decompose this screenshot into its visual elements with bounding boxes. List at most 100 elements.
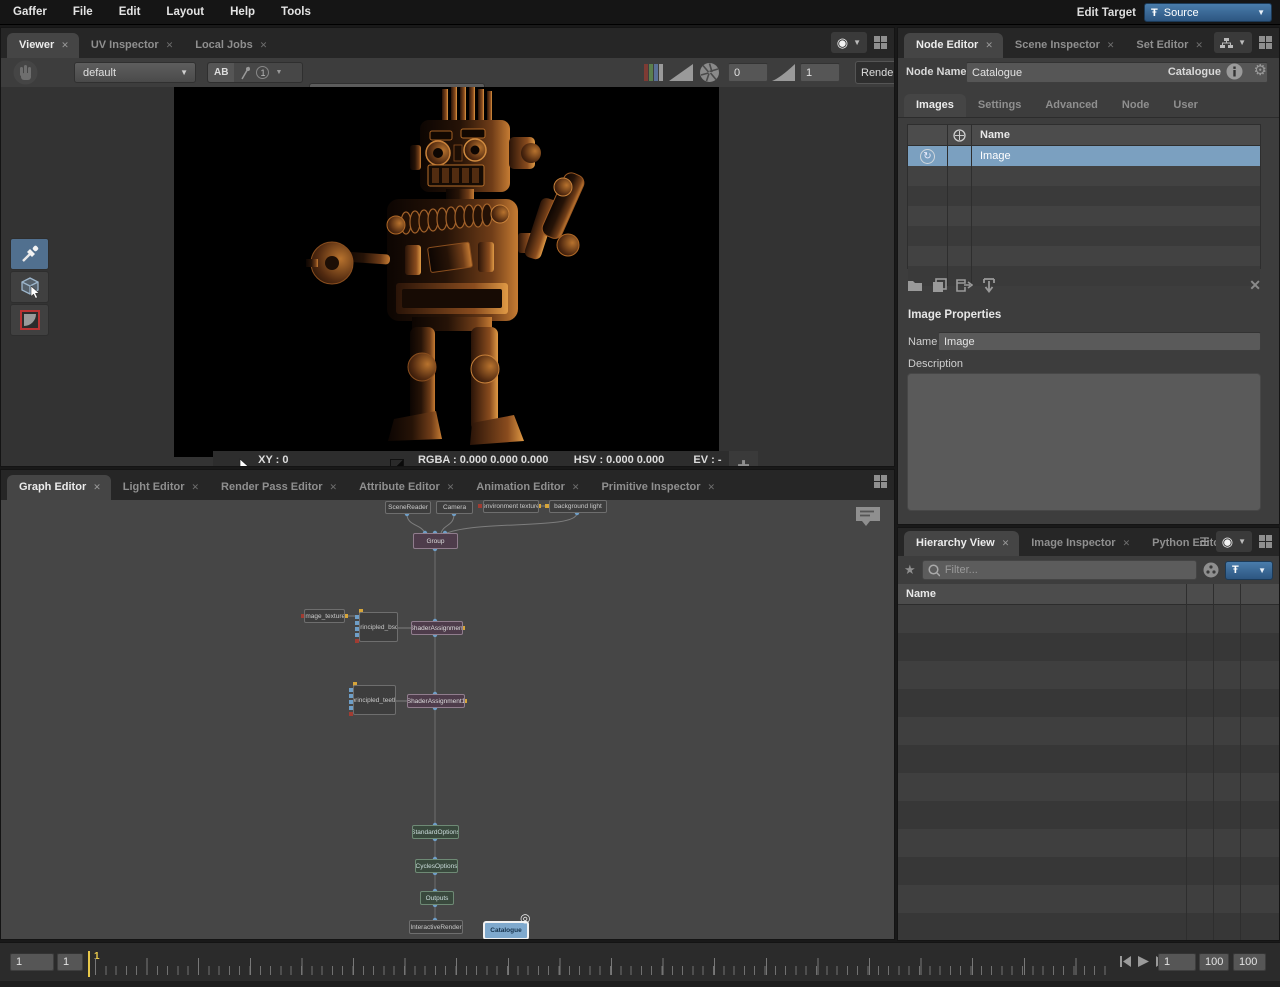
annotation-bubble-icon[interactable] (854, 505, 882, 529)
close-icon[interactable]: ✕ (1002, 538, 1010, 549)
close-icon[interactable]: ✕ (708, 482, 716, 493)
graph-canvas[interactable]: SceneReader Camera environment texture b… (1, 500, 894, 939)
selection-tool-button[interactable] (10, 271, 49, 303)
tab-render-pass-editor[interactable]: Render Pass Editor✕ (209, 475, 347, 500)
subtab-images[interactable]: Images (904, 94, 966, 117)
hierarchy-rows[interactable] (898, 605, 1279, 940)
close-icon[interactable]: ✕ (1107, 40, 1115, 51)
graph-node-group[interactable]: Group (413, 533, 458, 549)
pan-hand-icon[interactable] (12, 59, 39, 86)
layout-grid-icon[interactable] (1258, 534, 1273, 549)
load-image-icon[interactable] (907, 278, 923, 292)
image-row[interactable]: ↻ Image (908, 146, 1260, 166)
image-description-textarea[interactable] (907, 373, 1261, 511)
exposure-icon[interactable] (669, 64, 693, 81)
layout-grid-icon[interactable] (1258, 35, 1273, 50)
viewer-content[interactable]: XY : 0 0 RGBA : 0.000 0.000 0.000 0.000 … (1, 87, 894, 466)
close-icon[interactable]: ✕ (1123, 538, 1131, 549)
tab-local-jobs[interactable]: Local Jobs ✕ (183, 33, 277, 58)
graph-node-environment-texture[interactable]: environment texture (483, 500, 539, 513)
pin-mode-dropdown[interactable]: ◉ ▼ (831, 32, 867, 53)
filter-options-icon[interactable] (1203, 562, 1219, 578)
playhead[interactable] (88, 951, 90, 977)
tab-animation-editor[interactable]: Animation Editor✕ (464, 475, 589, 500)
subtab-settings[interactable]: Settings (966, 94, 1033, 117)
aperture-icon[interactable] (699, 62, 720, 83)
graph-node-principled-teeth[interactable]: principled_teeth (353, 685, 396, 715)
tab-hierarchy-view[interactable]: Hierarchy View✕ (904, 531, 1019, 556)
export-image-icon[interactable] (956, 278, 973, 292)
tab-primitive-inspector[interactable]: Primitive Inspector✕ (589, 475, 725, 500)
add-readout-button[interactable]: ✚ (729, 451, 758, 467)
graph-node-outputs[interactable]: Outputs (420, 891, 454, 905)
name-column-header[interactable]: Name (972, 125, 1260, 145)
menu-layout[interactable]: Layout (153, 0, 217, 25)
remove-image-icon[interactable]: ✕ (1249, 277, 1261, 294)
menu-help[interactable]: Help (217, 0, 268, 25)
name-column-header[interactable]: Name (898, 588, 936, 600)
close-icon[interactable]: ✕ (93, 482, 101, 493)
extract-image-icon[interactable] (982, 278, 996, 293)
duplicate-image-icon[interactable] (932, 278, 947, 293)
view-select-dropdown[interactable]: default ▼ (74, 62, 196, 83)
image-name-input[interactable] (938, 332, 1261, 351)
graph-node-background-light[interactable]: background light (549, 500, 607, 513)
color-picker-tool-button[interactable] (10, 238, 49, 270)
hamburger-icon[interactable]: ☰ (1199, 535, 1210, 549)
subtab-user[interactable]: User (1161, 94, 1209, 117)
gear-icon[interactable]: ⚙ (1254, 61, 1267, 79)
channel-bars-icon[interactable] (644, 64, 664, 81)
subtab-node[interactable]: Node (1110, 94, 1162, 117)
exposure-input[interactable] (728, 63, 768, 82)
graph-node-principled-bsdf[interactable]: principled_bsdf (359, 612, 398, 642)
graph-node-interactiverender[interactable]: InteractiveRender (409, 920, 463, 934)
layout-grid-icon[interactable] (873, 35, 888, 50)
edit-target-dropdown[interactable]: Ŧ Source ▼ (1144, 3, 1272, 22)
pin-mode-dropdown[interactable]: ◉ ▼ (1216, 531, 1252, 552)
graph-node-cyclesoptions[interactable]: CyclesOptions (415, 859, 458, 873)
tab-viewer[interactable]: Viewer ✕ (7, 33, 79, 58)
range-start-input[interactable] (10, 953, 54, 971)
end-frame-input[interactable] (1233, 953, 1266, 971)
gamma-icon[interactable] (772, 64, 795, 81)
layout-grid-icon[interactable] (873, 474, 888, 489)
graph-node-shaderassignment1[interactable]: ShaderAssignment1 (407, 694, 465, 708)
close-icon[interactable]: ✕ (61, 40, 69, 51)
follow-mode-dropdown[interactable]: ▼ (1214, 32, 1252, 53)
render-button[interactable]: Render (855, 61, 895, 84)
play-icon[interactable] (1138, 956, 1149, 967)
close-icon[interactable]: ✕ (572, 482, 580, 493)
filter-search-box[interactable] (922, 560, 1197, 580)
crop-window-tool-button[interactable] (10, 304, 49, 336)
menu-file[interactable]: File (60, 0, 106, 25)
current-frame-input[interactable] (1158, 953, 1196, 971)
close-icon[interactable]: ✕ (192, 482, 200, 493)
tab-light-editor[interactable]: Light Editor✕ (111, 475, 209, 500)
frame-input-left[interactable] (57, 953, 83, 971)
subtab-advanced[interactable]: Advanced (1033, 94, 1110, 117)
tab-image-inspector[interactable]: Image Inspector✕ (1019, 531, 1140, 556)
graph-node-image-texture[interactable]: image_texture (304, 609, 345, 623)
wipe-icon[interactable] (239, 66, 251, 80)
tab-node-editor[interactable]: Node Editor ✕ (904, 33, 1003, 58)
close-icon[interactable]: ✕ (985, 40, 993, 51)
graph-node-camera[interactable]: Camera (436, 501, 473, 514)
tab-scene-inspector[interactable]: Scene Inspector ✕ (1003, 33, 1125, 58)
tab-graph-editor[interactable]: Graph Editor✕ (7, 475, 111, 500)
info-icon[interactable] (1226, 63, 1243, 80)
close-icon[interactable]: ✕ (166, 40, 174, 51)
gamma-input[interactable] (800, 63, 840, 82)
star-icon[interactable]: ★ (904, 562, 916, 578)
range-end-input[interactable] (1199, 953, 1229, 971)
menu-tools[interactable]: Tools (268, 0, 324, 25)
compare-ab-button[interactable]: AB (208, 63, 234, 82)
menu-edit[interactable]: Edit (106, 0, 154, 25)
goto-start-icon[interactable] (1120, 956, 1131, 967)
tab-set-editor[interactable]: Set Editor ✕ (1124, 33, 1213, 58)
tab-uv-inspector[interactable]: UV Inspector ✕ (79, 33, 183, 58)
rendered-image[interactable] (174, 87, 719, 457)
close-icon[interactable]: ✕ (1195, 40, 1203, 51)
close-icon[interactable]: ✕ (447, 482, 455, 493)
node-name-input[interactable] (966, 62, 1268, 83)
graph-node-scenereader[interactable]: SceneReader (385, 501, 431, 514)
